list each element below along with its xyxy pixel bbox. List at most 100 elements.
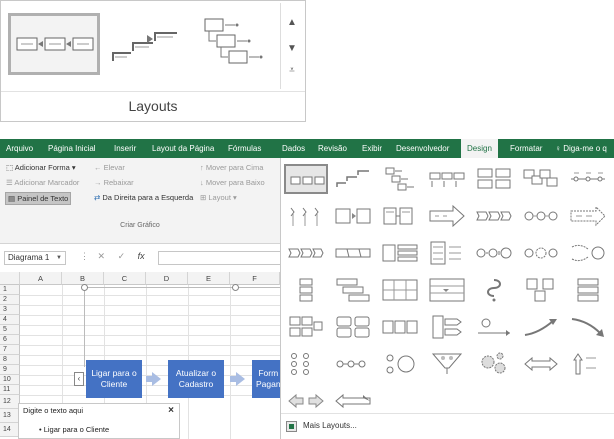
layout-basic-process-selected[interactable] xyxy=(8,13,100,75)
chevron-down-icon[interactable]: ▼ xyxy=(56,252,62,264)
layout-chevron-accent[interactable] xyxy=(284,238,328,268)
column-header[interactable]: D xyxy=(146,272,188,285)
add-bullet-button[interactable]: ☰ Adicionar Marcador xyxy=(6,178,79,187)
layout-converging-arrows[interactable] xyxy=(566,238,610,268)
scroll-down-icon[interactable]: ▼ xyxy=(281,43,303,54)
resize-handle[interactable] xyxy=(232,284,239,291)
row-header[interactable]: 5 xyxy=(0,325,20,335)
tab-formulas[interactable]: Fórmulas xyxy=(228,139,261,158)
layout-descending-arrow[interactable] xyxy=(566,312,610,342)
layout-target-arrow[interactable] xyxy=(472,312,516,342)
resize-handle[interactable] xyxy=(81,284,88,291)
tab-exibir[interactable]: Exibir xyxy=(362,139,382,158)
tab-arquivo[interactable]: Arquivo xyxy=(6,139,33,158)
text-pane-bullet[interactable]: • Ligar para o Cliente xyxy=(39,425,109,434)
layout-gear-flow[interactable] xyxy=(519,238,563,268)
layout-repeating-bending[interactable] xyxy=(472,275,516,305)
layout-rounded-blocks[interactable] xyxy=(331,312,375,342)
row-header[interactable]: 12 xyxy=(0,395,20,409)
insert-function-icon[interactable]: fx xyxy=(138,251,145,261)
text-pane-toggle[interactable]: ‹ xyxy=(74,372,84,386)
column-header[interactable]: C xyxy=(104,272,146,285)
select-all-corner[interactable] xyxy=(0,272,20,285)
promote-button[interactable]: ← Elevar xyxy=(94,163,125,172)
row-header[interactable]: 3 xyxy=(0,305,20,315)
layout-funnel[interactable] xyxy=(425,349,469,379)
layout-stacked-boxes[interactable] xyxy=(566,275,610,305)
layout-step-down-process[interactable] xyxy=(378,164,422,194)
right-to-left-button[interactable]: ⇄ Da Direita para a Esquerda xyxy=(94,193,193,202)
column-header[interactable]: F xyxy=(230,272,280,285)
tab-inserir[interactable]: Inserir xyxy=(114,139,136,158)
add-shape-button[interactable]: ⬚ Adicionar Forma ▾ xyxy=(6,163,76,172)
gallery-scrollbar[interactable]: ▲ ▼ ⩡ xyxy=(280,3,302,89)
tab-dados[interactable]: Dados xyxy=(282,139,305,158)
smartart-node[interactable]: Atualizar o Cadastro xyxy=(168,360,224,398)
layout-circular-grid[interactable] xyxy=(284,349,328,379)
layout-basic-process[interactable] xyxy=(284,164,328,194)
layout-balanced-arrows[interactable] xyxy=(284,386,328,416)
move-up-button[interactable]: ↑ Mover para Cima xyxy=(200,163,263,172)
layout-grid-process[interactable] xyxy=(284,312,328,342)
tab-design[interactable]: Design xyxy=(461,139,498,158)
move-down-button[interactable]: ↓ Mover para Baixo xyxy=(200,178,265,187)
smartart-node[interactable]: Form Pagan xyxy=(252,360,280,398)
row-header[interactable]: 10 xyxy=(0,375,20,385)
tab-layout-da-pagina[interactable]: Layout da Página xyxy=(152,139,214,158)
enter-icon[interactable]: ✓ xyxy=(118,251,126,261)
row-header[interactable]: 2 xyxy=(0,295,20,305)
layout-up-down-arrows[interactable] xyxy=(566,349,610,379)
tab-tell-me[interactable]: ♀ Diga-me o q xyxy=(555,139,607,158)
layout-staggered-process[interactable] xyxy=(331,275,375,305)
scroll-up-icon[interactable]: ▲ xyxy=(281,17,303,28)
row-header[interactable]: 6 xyxy=(0,335,20,345)
layout-equation[interactable] xyxy=(472,238,516,268)
row-header[interactable]: 8 xyxy=(0,355,20,365)
tab-revisao[interactable]: Revisão xyxy=(318,139,347,158)
row-header[interactable]: 13 xyxy=(0,409,20,423)
demote-button[interactable]: → Rebaixar xyxy=(94,178,134,187)
row-header[interactable]: 4 xyxy=(0,315,20,325)
layout-alternating-flow[interactable] xyxy=(472,164,516,194)
layout-arrow-ribbon[interactable] xyxy=(566,201,610,231)
cancel-icon[interactable]: ✕ xyxy=(98,251,106,261)
row-header[interactable]: 1 xyxy=(0,285,20,295)
layout-step-down-process[interactable] xyxy=(195,13,287,75)
layout-curved-arrow[interactable] xyxy=(519,312,563,342)
layout-accent-process[interactable] xyxy=(425,164,469,194)
smartart-node[interactable]: Ligar para o Cliente xyxy=(86,360,142,398)
layout-segmented-arrows[interactable] xyxy=(472,201,516,231)
tab-desenvolvedor[interactable]: Desenvolvedor xyxy=(396,139,449,158)
name-box[interactable]: Diagrama 1 ▼ xyxy=(4,251,66,265)
column-header[interactable]: A xyxy=(20,272,62,285)
row-header[interactable]: 14 xyxy=(0,423,20,437)
layout-step-up-process[interactable] xyxy=(107,13,199,75)
row-header[interactable]: 7 xyxy=(0,345,20,355)
expand-gallery-icon[interactable]: ⩡ xyxy=(281,65,303,76)
layout-arrow-process[interactable] xyxy=(425,201,469,231)
layout-process-boxes[interactable] xyxy=(519,275,563,305)
layout-continuous-arrow[interactable] xyxy=(378,201,422,231)
layout-process-list[interactable] xyxy=(378,238,422,268)
layout-continuous-block[interactable] xyxy=(519,164,563,194)
layout-gear[interactable] xyxy=(472,349,516,379)
column-header[interactable]: E xyxy=(188,272,230,285)
layout-cycle-bubble[interactable] xyxy=(378,349,422,379)
layout-counter-arrows[interactable] xyxy=(331,386,375,416)
layout-opposing-arrows[interactable] xyxy=(519,349,563,379)
layout-step-up-process[interactable] xyxy=(331,164,375,194)
layout-vertical-chevron[interactable] xyxy=(284,201,328,231)
layout-horizontal-blocks[interactable] xyxy=(378,312,422,342)
layout-circle-chain[interactable] xyxy=(331,349,375,379)
text-pane-button[interactable]: ▤ Painel de Texto xyxy=(5,192,72,205)
close-icon[interactable]: × xyxy=(168,405,174,416)
row-header[interactable]: 9 xyxy=(0,365,20,375)
formula-input[interactable] xyxy=(158,251,280,265)
layout-circle-process[interactable] xyxy=(519,201,563,231)
layout-basic-timeline[interactable] xyxy=(566,164,610,194)
layout-chevron-closed[interactable] xyxy=(331,238,375,268)
tab-pagina-inicial[interactable]: Página Inicial xyxy=(48,139,96,158)
layout-sub-step-process[interactable] xyxy=(425,238,469,268)
layout-grouped-process[interactable] xyxy=(378,275,422,305)
layout-button[interactable]: ⊞ Layout ▾ xyxy=(200,193,237,202)
